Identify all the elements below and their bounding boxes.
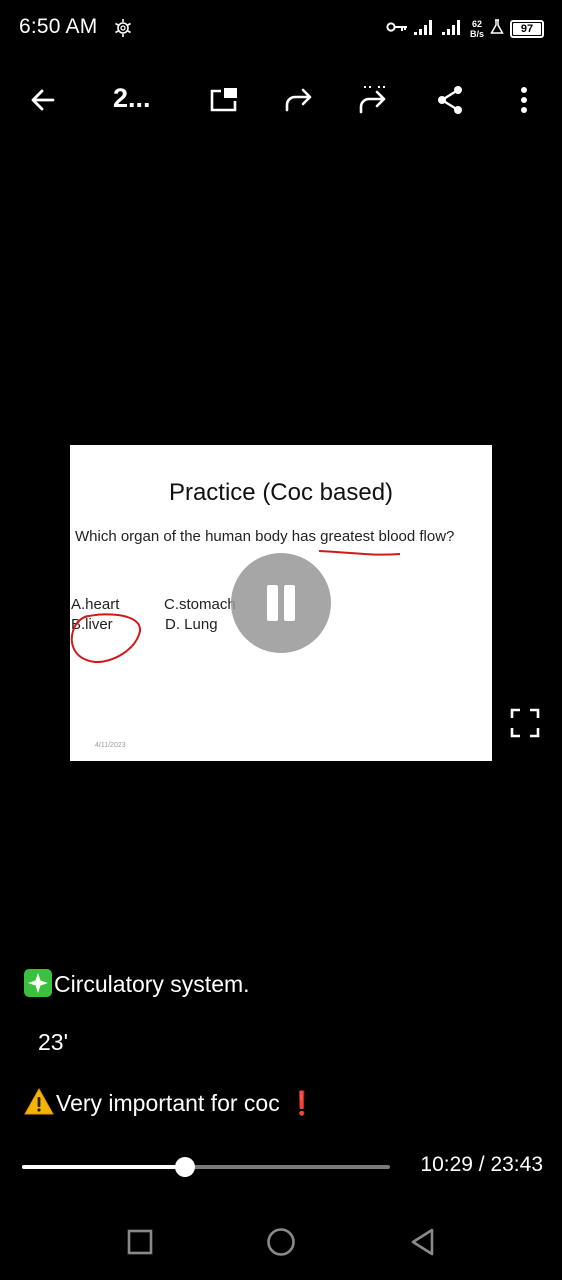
media-title: 2... [113, 83, 151, 113]
slide-date: 4/11/2023 [95, 742, 126, 749]
net-speed: 62 B/s [469, 19, 484, 39]
video-player[interactable]: Practice (Coc based) Which organ of the … [70, 445, 492, 761]
pip-icon [210, 88, 237, 112]
more-options-button[interactable] [499, 70, 549, 130]
back-nav-button[interactable] [402, 1222, 442, 1262]
caption-line-3-text: Very important for coc [56, 1090, 280, 1116]
recents-square-icon [127, 1229, 153, 1255]
share-button[interactable] [425, 70, 475, 130]
caption-line-1-text: Circulatory system. [54, 971, 250, 997]
forward-multiple-button[interactable] [349, 70, 399, 130]
forward-icon [285, 88, 312, 112]
status-icons: 62 B/s 97 [386, 15, 544, 43]
pause-icon [267, 585, 278, 621]
back-arrow-icon [31, 89, 55, 111]
battery-indicator: 97 [510, 20, 544, 38]
home-circle-icon [267, 1228, 295, 1256]
share-icon [438, 86, 462, 114]
recents-button[interactable] [120, 1222, 160, 1262]
status-time: 6:50 AM [19, 15, 98, 38]
pip-button[interactable] [199, 70, 249, 130]
lab-flask-icon [490, 18, 504, 40]
warning-icon [24, 1087, 54, 1121]
time-readout: 10:29 / 23:43 [420, 1153, 543, 1176]
caption-line-2: 23' [38, 1029, 68, 1055]
pause-button[interactable] [231, 553, 331, 653]
fullscreen-icon [510, 708, 540, 738]
seek-bar-progress [22, 1165, 185, 1169]
settings-gear-icon [114, 18, 132, 43]
home-button[interactable] [261, 1222, 301, 1262]
more-vertical-icon [521, 87, 527, 113]
seek-bar-thumb[interactable] [174, 1157, 195, 1177]
exclamation-icon: ❗ [287, 1090, 317, 1116]
signal-1-icon [413, 18, 436, 41]
signal-2-icon [441, 18, 464, 41]
back-button[interactable] [18, 70, 68, 130]
seek-bar[interactable] [22, 1157, 390, 1177]
top-toolbar [0, 70, 562, 130]
caption-line-1: Circulatory system. [24, 969, 250, 998]
vpn-key-icon [386, 20, 408, 38]
forward-multiple-icon [359, 86, 386, 114]
sparkle-icon [24, 969, 52, 997]
fullscreen-button[interactable] [508, 706, 542, 740]
back-triangle-icon [411, 1228, 434, 1256]
forward-button[interactable] [274, 70, 324, 130]
caption-line-3: Very important for coc ❗ [24, 1087, 317, 1121]
